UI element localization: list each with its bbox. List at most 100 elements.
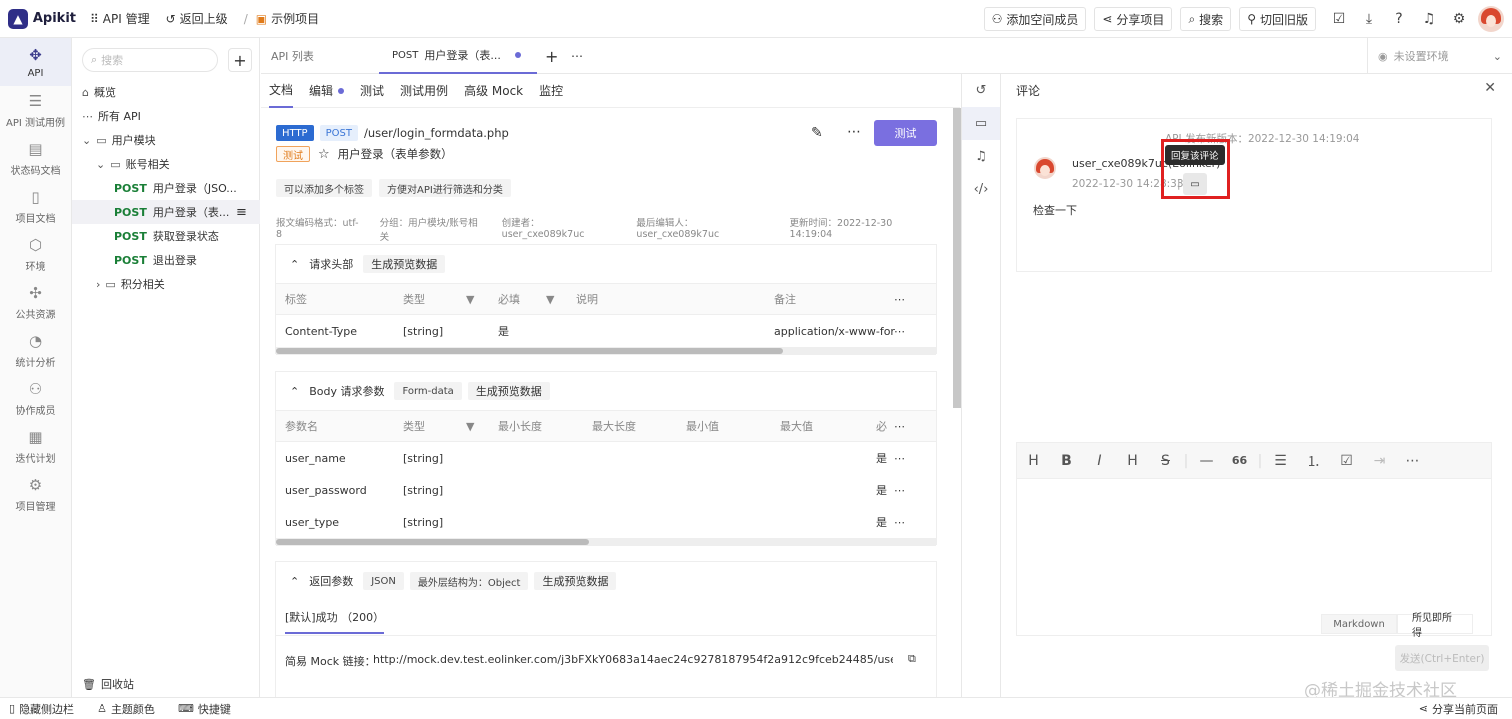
- nav-environment[interactable]: ⬡ 环境: [0, 230, 71, 278]
- subtab-monitor[interactable]: 监控: [539, 74, 563, 108]
- nav-project-doc[interactable]: ▯ 项目文档: [0, 182, 71, 230]
- nav-members[interactable]: ⚇ 协作成员: [0, 374, 71, 422]
- edit-icon[interactable]: ✎: [811, 125, 823, 141]
- close-icon[interactable]: ✕: [1484, 80, 1496, 96]
- add-api-button[interactable]: +: [228, 48, 252, 72]
- tree-item-overview[interactable]: ⌂ 概览: [72, 80, 260, 104]
- subtab-mock[interactable]: 高级 Mock: [464, 74, 523, 108]
- mock-url[interactable]: http://mock.dev.test.eolinker.com/j3bFXk…: [373, 653, 893, 666]
- chevron-up-icon[interactable]: ⌃: [290, 258, 299, 271]
- more-icon[interactable]: ⋯: [847, 124, 861, 140]
- generate-preview-button[interactable]: 生成预览数据: [534, 572, 617, 590]
- subtab-doc[interactable]: 文档: [269, 74, 294, 108]
- tab-success-200[interactable]: [默认]成功 （200）: [285, 609, 385, 634]
- ordered-list-icon[interactable]: ⒈: [1297, 451, 1330, 471]
- row-more-icon[interactable]: ⋯: [894, 506, 905, 538]
- generate-preview-button[interactable]: 生成预览数据: [363, 255, 446, 273]
- chevron-up-icon[interactable]: ⌃: [290, 385, 299, 398]
- tree-item-api-login-status[interactable]: POST 获取登录状态: [72, 224, 260, 248]
- nav-public-resources[interactable]: ✣ 公共资源: [0, 278, 71, 326]
- share-project-button[interactable]: ⋖ 分享项目: [1094, 7, 1173, 31]
- subtab-edit[interactable]: 编辑: [309, 74, 345, 108]
- heading-icon[interactable]: H: [1017, 453, 1050, 469]
- heading-2-icon[interactable]: H: [1116, 453, 1149, 469]
- drag-handle-icon[interactable]: ≡: [236, 205, 247, 220]
- nav-api[interactable]: ✥ API: [0, 38, 71, 86]
- checkbox-icon[interactable]: ☑: [1330, 453, 1363, 469]
- row-more-icon[interactable]: ⋯: [894, 442, 905, 474]
- bell-icon[interactable]: ♫: [1414, 11, 1444, 27]
- download-icon[interactable]: ⤓: [1354, 11, 1384, 27]
- bell-icon[interactable]: ♫: [962, 140, 1000, 173]
- mode-wysiwyg[interactable]: 所见即所得: [1397, 613, 1473, 639]
- back-button[interactable]: ↺ 返回上级: [166, 10, 228, 27]
- help-icon[interactable]: ?: [1384, 11, 1414, 27]
- test-button[interactable]: 测试: [874, 120, 937, 146]
- quote-icon[interactable]: 66: [1223, 454, 1256, 467]
- vertical-scrollbar[interactable]: [953, 108, 961, 408]
- filter-icon[interactable]: ▼: [466, 284, 474, 314]
- project-breadcrumb[interactable]: ▣ 示例项目: [256, 10, 319, 27]
- chevron-up-icon[interactable]: ⌃: [290, 575, 299, 588]
- tab-more-button[interactable]: ⋯: [571, 38, 583, 74]
- copy-icon[interactable]: ⧉: [908, 652, 916, 666]
- horizontal-scrollbar[interactable]: [276, 538, 936, 546]
- tree-item-api-login-json[interactable]: POST 用户登录（JSO...: [72, 176, 260, 200]
- gear-icon[interactable]: ⚙: [1444, 11, 1474, 27]
- code-icon[interactable]: ‹/›: [962, 173, 1000, 206]
- comment-icon[interactable]: ▭: [962, 107, 1000, 140]
- mode-markdown[interactable]: Markdown: [1321, 614, 1397, 634]
- tab-api-list[interactable]: API 列表: [261, 38, 379, 74]
- tree-item-all-api[interactable]: ⋯ 所有 API: [72, 104, 260, 128]
- tag-chip[interactable]: 方便对API进行筛选和分类: [379, 179, 511, 197]
- column-more-icon[interactable]: ⋯: [894, 411, 905, 441]
- nav-iteration[interactable]: ▦ 迭代计划: [0, 422, 71, 470]
- nav-statistics[interactable]: ◔ 统计分析: [0, 326, 71, 374]
- share-page-button[interactable]: ⋖ 分享当前页面: [1419, 701, 1498, 717]
- bold-icon[interactable]: B: [1050, 453, 1083, 469]
- more-icon[interactable]: ⋯: [1396, 453, 1429, 469]
- tree-item-api-logout[interactable]: POST 退出登录: [72, 248, 260, 272]
- tag-chip[interactable]: 可以添加多个标签: [276, 179, 372, 197]
- tree-item-api-login-form[interactable]: POST 用户登录（表... ≡: [72, 200, 260, 224]
- strikethrough-icon[interactable]: S: [1149, 453, 1182, 469]
- tab-current-api[interactable]: POST 用户登录（表...: [379, 38, 537, 74]
- indent-icon[interactable]: ⇥: [1363, 453, 1396, 469]
- editor-input[interactable]: [1017, 479, 1491, 615]
- task-icon[interactable]: ☑: [1324, 11, 1354, 27]
- subtab-test[interactable]: 测试: [360, 74, 384, 108]
- environment-select[interactable]: ◉ 未设置环境 ⌄: [1367, 38, 1512, 74]
- search-button[interactable]: ⌕ 搜索: [1180, 7, 1232, 31]
- italic-icon[interactable]: I: [1083, 453, 1116, 469]
- nav-test-case[interactable]: ☰ API 测试用例: [0, 86, 71, 134]
- star-icon[interactable]: ☆: [318, 147, 330, 162]
- row-more-icon[interactable]: ⋯: [894, 474, 905, 506]
- tree-item-account[interactable]: ⌄ ▭ 账号相关: [72, 152, 260, 176]
- history-icon[interactable]: ↺: [962, 74, 1000, 107]
- new-tab-button[interactable]: +: [545, 38, 558, 74]
- shortcut-button[interactable]: ⌨ 快捷键: [178, 701, 231, 717]
- app-logo[interactable]: ▲ Apikit: [8, 8, 76, 29]
- recycle-bin[interactable]: 🗑 回收站: [82, 676, 134, 692]
- row-more-icon[interactable]: ⋯: [894, 315, 905, 347]
- user-avatar[interactable]: [1478, 6, 1504, 32]
- add-member-button[interactable]: ⚇ 添加空间成员: [983, 7, 1087, 31]
- tree-item-points[interactable]: › ▭ 积分相关: [72, 272, 260, 296]
- nav-project-manage[interactable]: ⚙ 项目管理: [0, 470, 71, 518]
- subtab-test-case[interactable]: 测试用例: [400, 74, 448, 108]
- theme-color-button[interactable]: ♙ 主题颜色: [97, 701, 155, 717]
- bullet-list-icon[interactable]: ☰: [1264, 453, 1297, 469]
- tree-item-user-module[interactable]: ⌄ ▭ 用户模块: [72, 128, 260, 152]
- column-more-icon[interactable]: ⋯: [894, 284, 905, 314]
- generate-preview-button[interactable]: 生成预览数据: [467, 382, 550, 400]
- filter-icon[interactable]: ▼: [466, 411, 474, 441]
- tree-search-input[interactable]: ⌕ 搜索: [82, 48, 218, 72]
- horizontal-scrollbar[interactable]: [276, 347, 936, 355]
- hide-sidebar-button[interactable]: ▯ 隐藏侧边栏: [9, 701, 74, 717]
- api-manage-menu[interactable]: ⠿ API 管理: [90, 10, 150, 27]
- switch-old-version-button[interactable]: ⚲ 切回旧版: [1239, 7, 1316, 31]
- filter-icon[interactable]: ▼: [546, 284, 554, 314]
- send-button[interactable]: 发送(Ctrl+Enter): [1395, 645, 1489, 671]
- horizontal-rule-icon[interactable]: —: [1190, 453, 1223, 469]
- nav-status-code[interactable]: ▤ 状态码文档: [0, 134, 71, 182]
